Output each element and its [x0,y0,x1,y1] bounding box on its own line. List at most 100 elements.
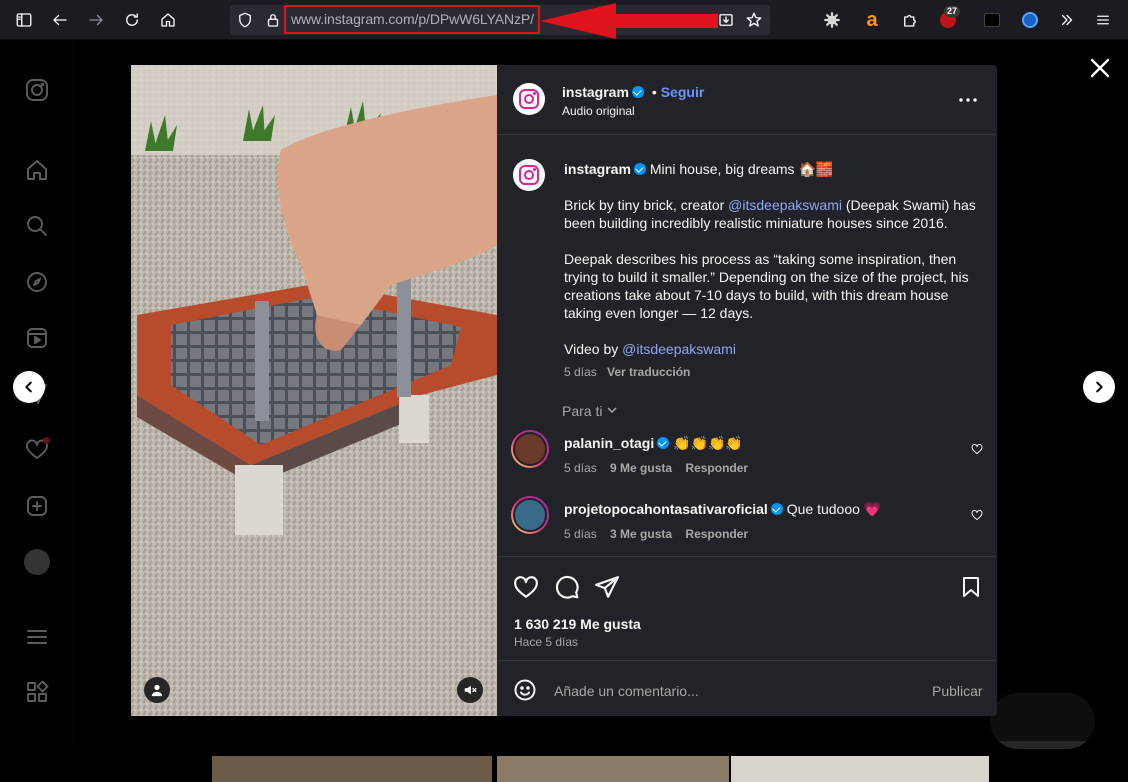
comment-2-meta: 5 días 3 Me gusta Responder [564,526,748,542]
audio-label[interactable]: Audio original [562,103,635,119]
comment-likes[interactable]: 9 Me gusta [610,461,672,475]
comment-icon[interactable] [554,574,580,600]
user-icon [151,684,163,697]
menu-icon[interactable] [1091,8,1115,32]
feed-thumb[interactable] [497,756,729,782]
for-you-sort[interactable]: Para ti [562,402,618,420]
comment-avatar[interactable] [511,496,549,534]
like-icon[interactable] [513,574,539,600]
comment-1-body: palanin_otagi 👏👏👏👏 [564,434,743,452]
verified-badge-icon [770,503,783,515]
amazon-extension-icon[interactable]: a [860,8,884,32]
lock-icon[interactable] [261,8,285,32]
bookmark-star-icon[interactable] [742,8,766,32]
forward-icon[interactable] [84,8,108,32]
caption-paragraph-2: Deepak describes his process as “taking … [564,250,984,322]
for-you-label: Para ti [562,403,603,419]
caption-avatar[interactable] [513,159,545,191]
like-count[interactable]: 1 630 219 Me gusta [514,615,641,633]
extension-blue-icon[interactable] [1018,8,1042,32]
home-icon[interactable] [156,8,180,32]
mute-button[interactable] [457,677,483,703]
caption-text: trying to build it smaller.” Depending o… [564,269,969,285]
more-options-icon[interactable] [957,93,979,105]
comment-age[interactable]: 5 días [564,461,597,475]
instagram-logo-icon [519,89,539,109]
mention-link[interactable]: @itsdeepakswami [622,341,736,357]
caption-text: creations take about 7-10 days to build,… [564,287,949,303]
url-path: /p/DPwW6LYANzP/ [414,11,534,27]
chevron-left-icon [25,381,32,393]
puzzle-icon[interactable] [898,8,922,32]
verified-badge-icon [657,437,670,449]
author-avatar[interactable] [513,83,545,115]
comment-text: 👏👏👏👏 [673,435,743,451]
reply-button[interactable]: Responder [685,527,748,541]
post-detail-panel: instagram • Seguir Audio original instagr… [497,65,997,716]
comment-input[interactable]: Añade un comentario... [554,682,904,700]
divider [497,556,997,557]
comment-like-icon[interactable] [971,442,983,454]
url-text[interactable]: www.instagram.com/p/DPwW6LYANzP/ [291,11,534,27]
extension-dark-icon[interactable] [980,8,1004,32]
credit-text: Video by [564,341,623,357]
caption-first-line: instagram Mini house, big dreams 🏠🧱 [564,160,833,178]
muted-speaker-icon [464,685,477,695]
reply-button[interactable]: Responder [685,461,748,475]
chevron-down-icon [607,407,617,414]
author-username[interactable]: instagram [562,84,629,100]
comment-like-icon[interactable] [971,508,983,520]
mention-link[interactable]: @itsdeepakswami [728,197,842,213]
post-header: instagram • Seguir [562,83,704,101]
feed-thumb[interactable] [212,756,492,782]
verified-badge-icon [633,163,646,175]
comment-username[interactable]: projetopocahontasativaroficial [564,501,768,517]
close-icon[interactable] [1088,56,1112,80]
comment-2-body: projetopocahontasativaroficial Que tudoo… [564,500,881,518]
share-icon[interactable] [594,574,620,600]
tagged-user-button[interactable] [144,677,170,703]
feed-thumb[interactable] [731,756,989,782]
save-bookmark-icon[interactable] [959,574,983,600]
video-credit: Video by @itsdeepakswami [564,340,736,358]
caption-title: Mini house, big dreams 🏠🧱 [649,161,834,177]
verified-badge-icon [631,86,644,98]
post-date[interactable]: Hace 5 días [514,634,578,650]
video-frame-image [131,65,497,716]
divider [497,660,997,661]
browser-toolbar: www.instagram.com/p/DPwW6LYANzP/ a 27 [0,0,1128,40]
post-video[interactable] [131,65,497,716]
comment-text: Que tudooo 💗 [786,501,882,517]
gear-extension-icon[interactable] [820,8,844,32]
previous-post-button[interactable] [13,371,45,403]
overflow-icon[interactable] [1055,8,1079,32]
sidebar-toggle-icon[interactable] [12,8,36,32]
url-host: www.instagram.com [291,11,415,27]
emoji-icon[interactable] [513,678,537,702]
comment-avatar[interactable] [511,430,549,468]
chevron-right-icon [1096,381,1103,393]
back-icon[interactable] [48,8,72,32]
divider [497,134,997,135]
shield-icon[interactable] [233,8,257,32]
caption-text: taking even longer — 12 days. [564,305,754,321]
comment-username[interactable]: palanin_otagi [564,435,654,451]
translate-link[interactable]: Ver traducción [607,364,690,380]
reload-icon[interactable] [120,8,144,32]
comment-1-meta: 5 días 9 Me gusta Responder [564,460,748,476]
next-post-button[interactable] [1083,371,1115,403]
publish-button[interactable]: Publicar [932,682,983,700]
caption-age[interactable]: 5 días [564,364,597,380]
caption-username[interactable]: instagram [564,161,631,177]
comment-likes[interactable]: 3 Me gusta [610,527,672,541]
red-arrow-annotation [540,3,718,39]
caption-text: Brick by tiny brick, creator [564,197,729,213]
caption-text: Deepak describes his process as “taking … [564,251,957,267]
instagram-logo-icon [519,165,539,185]
comment-age[interactable]: 5 días [564,527,597,541]
separator-dot: • [651,84,657,100]
extension-badge-count: 27 [944,6,961,17]
follow-button[interactable]: Seguir [661,84,705,100]
caption-text: been building incredibly realistic minia… [564,215,948,231]
caption-paragraph-1: Brick by tiny brick, creator @itsdeepaks… [564,196,984,232]
